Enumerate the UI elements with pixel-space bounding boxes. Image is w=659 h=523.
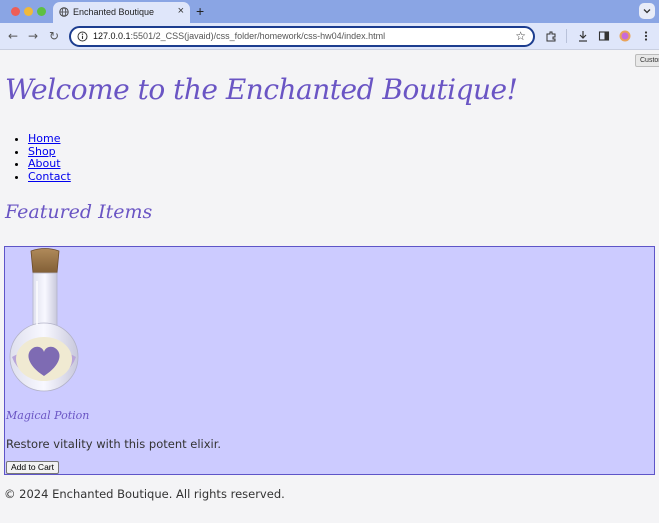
- potion-bottle-icon: [9, 248, 79, 392]
- page-title: Welcome to the Enchanted Boutique!: [5, 73, 518, 106]
- toolbar-divider: [566, 29, 567, 43]
- nav-link-about[interactable]: About: [28, 157, 61, 171]
- extensions-icon[interactable]: [545, 30, 557, 42]
- nav-link-shop[interactable]: Shop: [28, 145, 56, 158]
- new-tab-button[interactable]: +: [196, 3, 204, 19]
- add-to-cart-button[interactable]: Add to Cart: [6, 461, 59, 474]
- back-icon[interactable]: ←: [6, 29, 20, 43]
- download-icon[interactable]: [577, 30, 589, 42]
- product-name: Magical Potion: [6, 409, 90, 422]
- featured-heading: Featured Items: [5, 201, 153, 223]
- tab-search-button[interactable]: [639, 3, 655, 19]
- nav-link-contact[interactable]: Contact: [28, 170, 71, 183]
- star-icon[interactable]: ☆: [515, 29, 526, 43]
- nav-link-home[interactable]: Home: [28, 132, 60, 145]
- product-card: Magical Potion Restore vitality with thi…: [4, 246, 655, 475]
- web-page: Welcome to the Enchanted Boutique! Home …: [0, 51, 659, 523]
- tab-title: Enchanted Boutique: [73, 7, 155, 17]
- sidepanel-icon[interactable]: [598, 30, 610, 42]
- forward-icon[interactable]: →: [26, 29, 40, 43]
- reload-icon[interactable]: ↻: [47, 29, 61, 43]
- profile-icon[interactable]: [619, 30, 631, 42]
- url-text: 127.0.0.1:5501/2_CSS(javaid)/css_folder/…: [93, 31, 385, 41]
- product-description: Restore vitality with this potent elixir…: [6, 437, 222, 451]
- url-path: :5501/2_CSS(javaid)/css_folder/homework/…: [130, 31, 386, 41]
- browser-toolbar: ← → ↻ 127.0.0.1:5501/2_CSS(javaid)/css_f…: [0, 23, 659, 50]
- site-nav: Home Shop About Contact: [8, 132, 71, 184]
- browser-tab-bar: Enchanted Boutique × +: [0, 0, 659, 23]
- address-bar[interactable]: 127.0.0.1:5501/2_CSS(javaid)/css_folder/…: [69, 26, 535, 47]
- close-window-button[interactable]: [11, 7, 20, 16]
- globe-icon: [59, 7, 69, 17]
- nav-item-contact: Contact: [28, 170, 71, 184]
- chevron-down-icon: [643, 9, 651, 14]
- tab-close-icon[interactable]: ×: [178, 5, 184, 17]
- info-icon[interactable]: [77, 31, 88, 42]
- menu-icon[interactable]: [640, 30, 652, 42]
- footer-text: © 2024 Enchanted Boutique. All rights re…: [4, 487, 285, 501]
- minimize-window-button[interactable]: [24, 7, 33, 16]
- maximize-window-button[interactable]: [37, 7, 46, 16]
- browser-tab[interactable]: Enchanted Boutique ×: [53, 2, 190, 23]
- url-host: 127.0.0.1: [93, 31, 131, 41]
